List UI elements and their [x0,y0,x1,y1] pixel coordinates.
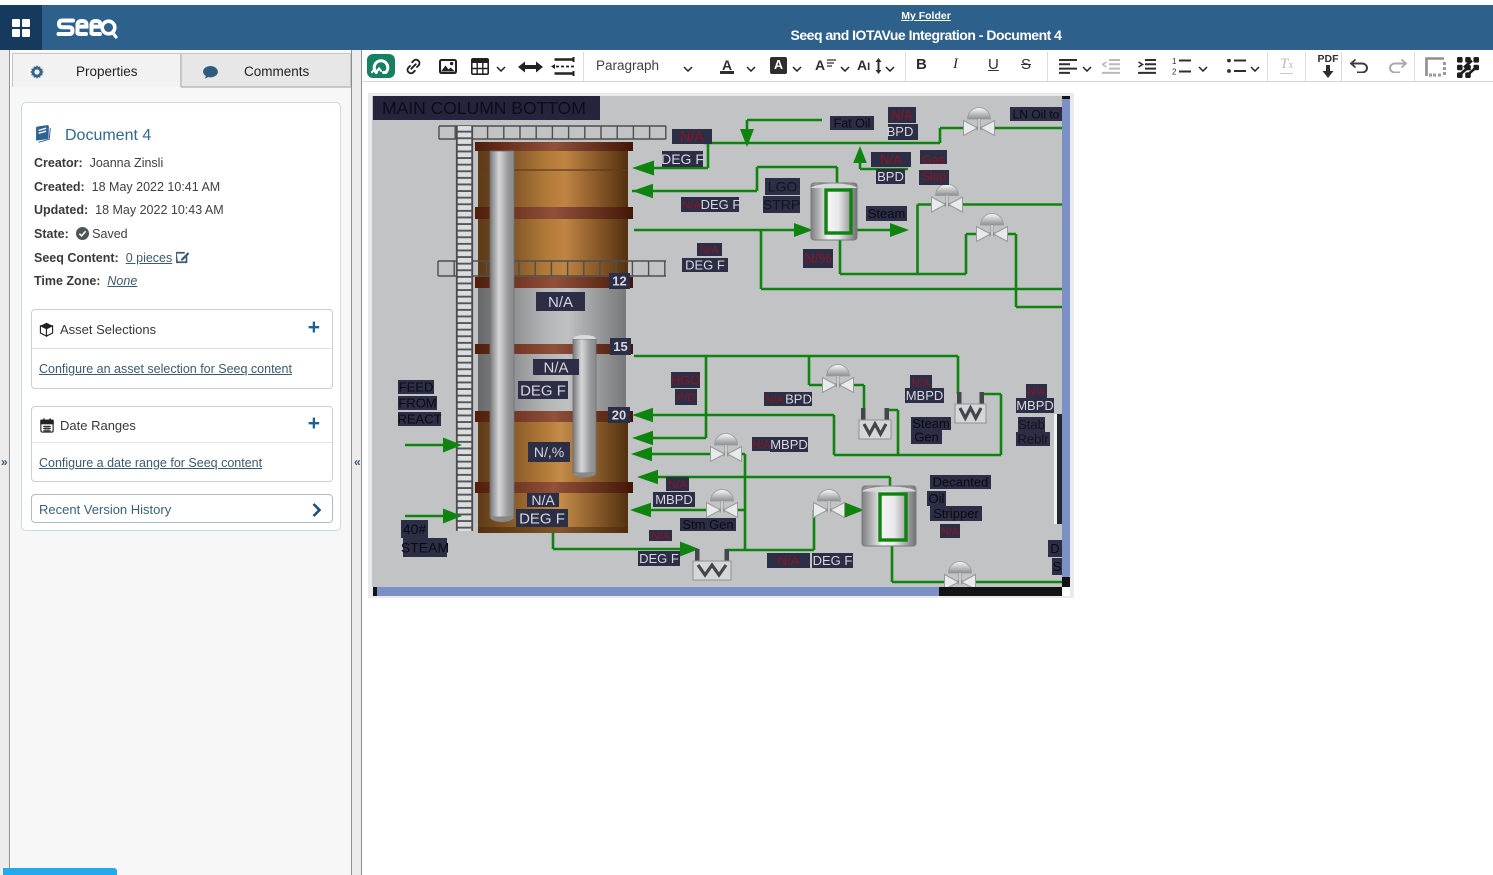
svg-text:STRP: STRP [763,197,800,213]
svg-text:DEG F: DEG F [685,258,725,273]
svg-text:BPD: BPD [877,169,904,184]
svg-text:D: D [1050,541,1059,556]
svg-text:LGO: LGO [768,179,798,195]
svg-text:N/A: N/A [682,199,701,211]
svg-text:Fat Oil: Fat Oil [834,117,871,131]
svg-text:20: 20 [612,408,626,423]
svg-text:DEG F: DEG F [701,197,741,212]
svg-text:N/%: N/% [804,251,832,267]
svg-text:Slop: Slop [921,170,946,184]
svg-text:N/A: N/A [548,294,573,311]
svg-text:FEED: FEED [399,380,434,395]
svg-text:Stab: Stab [1018,417,1045,432]
svg-text:N/A: N/A [880,152,902,167]
svg-text:MBPD: MBPD [1016,398,1054,413]
svg-text:N/A: N/A [531,492,555,508]
svg-text:40#: 40# [403,521,427,537]
svg-text:DEG F: DEG F [520,382,566,399]
svg-text:DEG F: DEG F [519,510,565,527]
svg-text:N/A: N/A [700,244,719,256]
svg-text:MBPD: MBPD [906,388,944,403]
svg-text:N/A: N/A [752,439,771,451]
svg-text:MBPD: MBPD [770,437,808,452]
svg-text:LN Oil to: LN Oil to [1013,107,1060,121]
svg-text:DEG F: DEG F [661,151,704,167]
svg-text:P/D: P/D [677,392,695,404]
svg-text:N/A: N/A [651,530,670,542]
svg-text:BPD: BPD [785,392,812,407]
svg-text:1: 1 [1172,58,1177,66]
svg-text:15: 15 [613,339,627,354]
svg-text:STEAM: STEAM [401,540,449,556]
svg-text:MAIN COLUMN BOTTOM: MAIN COLUMN BOTTOM [382,98,586,118]
svg-text:N/A: N/A [668,479,687,491]
svg-text:12: 12 [612,274,626,289]
svg-text:N/A: N/A [892,109,914,123]
svg-text:FROM: FROM [398,396,436,411]
svg-text:Gas: Gas [922,153,945,167]
svg-text:REACT: REACT [397,412,441,427]
svg-text:N/A: N/A [1027,386,1046,398]
svg-text:MBPD: MBPD [655,492,693,507]
svg-text:BPD: BPD [887,124,914,139]
svg-text:Steam: Steam [868,206,906,221]
svg-text:Reblr: Reblr [1017,432,1049,447]
svg-text:Decanted: Decanted [933,475,989,490]
svg-text:Gen: Gen [914,430,939,445]
svg-text:N/A: N/A [680,130,705,146]
svg-text:2: 2 [1172,68,1177,76]
svg-text:S: S [1053,559,1062,574]
svg-text:N/A: N/A [778,553,800,568]
svg-text:N/A: N/A [765,394,784,406]
svg-text:N/,%: N/,% [534,444,564,460]
svg-text:N/A: N/A [543,359,568,376]
svg-text:Oil: Oil [929,491,945,506]
svg-text:DEG F: DEG F [813,553,853,568]
svg-text:DEG F: DEG F [639,551,679,566]
svg-text:N/A: N/A [941,526,960,538]
svg-text:Stm Gen: Stm Gen [682,517,733,532]
svg-text:Stripper: Stripper [933,506,979,521]
svg-text:HGO: HGO [671,373,701,388]
